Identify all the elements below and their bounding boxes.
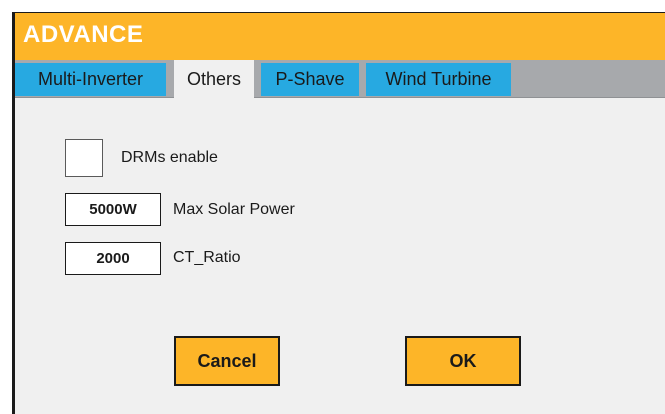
cancel-button[interactable]: Cancel — [174, 336, 280, 386]
max-solar-power-label: Max Solar Power — [173, 201, 295, 218]
drm-enable-checkbox[interactable] — [65, 139, 103, 177]
drm-enable-label: DRMs enable — [121, 149, 218, 166]
tab-p-shave[interactable]: P-Shave — [261, 63, 359, 96]
tab-others[interactable]: Others — [174, 60, 254, 99]
title-bar: ADVANCE — [15, 13, 665, 60]
tab-wind-turbine[interactable]: Wind Turbine — [366, 63, 511, 96]
tab-multi-inverter[interactable]: Multi-Inverter — [15, 63, 166, 96]
ok-button[interactable]: OK — [405, 336, 521, 386]
ct-ratio-field[interactable]: 2000 — [65, 242, 161, 275]
dialog-title: ADVANCE — [23, 21, 144, 48]
max-solar-power-field[interactable]: 5000W — [65, 193, 161, 226]
ct-ratio-label: CT_Ratio — [173, 249, 241, 266]
tab-bar: Multi-Inverter Others P-Shave Wind Turbi… — [15, 60, 665, 99]
advance-dialog: ADVANCE Multi-Inverter Others P-Shave Wi… — [12, 12, 665, 414]
